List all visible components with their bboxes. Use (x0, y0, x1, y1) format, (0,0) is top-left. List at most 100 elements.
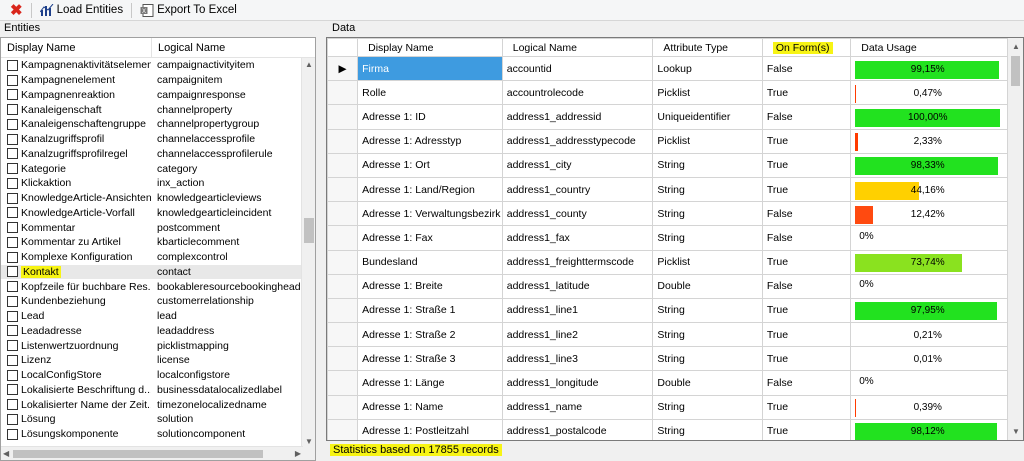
cell-on-forms[interactable]: True (761, 249, 852, 275)
grid-row[interactable]: Adresse 1: Straße 3 address1_line3 String T… (327, 346, 1008, 372)
grid-row[interactable]: Adresse 1: Straße 2 address1_line2 String T… (327, 322, 1008, 348)
cell-display-name[interactable]: Adresse 1: Länge (357, 370, 503, 396)
entity-checkbox[interactable] (7, 104, 18, 116)
cell-logical-name[interactable]: address1_country (501, 176, 654, 203)
scroll-thumb[interactable] (13, 450, 263, 458)
scroll-thumb[interactable] (1011, 56, 1020, 86)
col-data-usage[interactable]: Data Usage (850, 38, 1008, 57)
entity-checkbox[interactable] (7, 236, 18, 248)
entity-row[interactable]: Kundenbeziehung customerrelationship (1, 294, 315, 309)
cell-attribute-type[interactable]: String (652, 201, 763, 227)
row-indicator[interactable] (327, 322, 359, 348)
entity-row[interactable]: Kanaleigenschaftengruppe channelpropertyg… (1, 117, 315, 132)
cell-display-name[interactable]: Adresse 1: ID (357, 104, 503, 130)
entity-checkbox[interactable] (7, 428, 18, 440)
cell-logical-name[interactable]: address1_fax (501, 225, 654, 251)
cell-attribute-type[interactable]: Uniqueidentifier (652, 104, 763, 130)
entity-row[interactable]: Kanalzugriffsprofil channelaccessprofile (1, 132, 315, 147)
row-indicator[interactable] (327, 418, 359, 440)
cell-data-usage[interactable]: 0,01% (850, 346, 1008, 372)
grid-row[interactable]: Adresse 1: Adresstyp address1_addresstype… (327, 128, 1008, 154)
entity-checkbox[interactable] (7, 354, 18, 366)
cell-attribute-type[interactable]: String (652, 176, 763, 203)
col-logical-name[interactable]: Logical Name (151, 38, 225, 57)
col-display-name[interactable]: Display Name (1, 42, 151, 54)
col-logical-name[interactable]: Logical Name (501, 38, 654, 57)
row-indicator[interactable] (327, 297, 359, 324)
cell-attribute-type[interactable]: Double (652, 273, 763, 299)
entity-row[interactable]: Lizenz license (1, 353, 315, 368)
cell-data-usage[interactable]: 0,21% (850, 322, 1008, 348)
cell-logical-name[interactable]: address1_addresstypecode (501, 128, 654, 154)
entity-checkbox[interactable] (7, 148, 18, 160)
cell-on-forms[interactable]: True (761, 394, 852, 420)
scroll-up-icon[interactable]: ▲ (305, 60, 313, 69)
entity-row[interactable]: Kategorie category (1, 161, 315, 176)
row-indicator[interactable]: ▶ (327, 55, 359, 82)
row-indicator[interactable] (327, 152, 359, 178)
cell-attribute-type[interactable]: String (652, 152, 763, 178)
cell-data-usage[interactable]: 44,16% (850, 176, 1008, 203)
entity-checkbox[interactable] (7, 207, 18, 219)
entity-row[interactable]: Lösung solution (1, 412, 315, 427)
cell-on-forms[interactable]: False (761, 55, 852, 82)
entity-checkbox[interactable] (7, 133, 18, 145)
cell-attribute-type[interactable]: Lookup (652, 55, 763, 82)
cell-attribute-type[interactable]: String (652, 225, 763, 251)
row-indicator[interactable] (327, 128, 359, 154)
cell-display-name[interactable]: Adresse 1: Straße 2 (357, 322, 503, 348)
col-display-name[interactable]: Display Name (357, 38, 503, 57)
cell-attribute-type[interactable]: String (652, 394, 763, 420)
cell-data-usage[interactable]: 99,15% (850, 55, 1008, 82)
cell-display-name[interactable]: Adresse 1: Straße 1 (357, 297, 503, 324)
entity-row[interactable]: Kopfzeile für buchbare Res... bookableres… (1, 279, 315, 294)
row-indicator[interactable] (327, 80, 359, 106)
grid-row[interactable]: Adresse 1: Postleitzahl address1_postalco… (327, 418, 1008, 440)
grid-row[interactable]: Adresse 1: Länge address1_longitude Double… (327, 370, 1008, 396)
grid-row[interactable]: Adresse 1: Straße 1 address1_line1 String T… (327, 297, 1008, 324)
cell-attribute-type[interactable]: String (652, 346, 763, 372)
entity-checkbox[interactable] (7, 177, 18, 189)
cell-display-name[interactable]: Adresse 1: Verwaltungsbezirk (357, 201, 503, 227)
grid-row[interactable]: Adresse 1: Ort address1_city String True 98,… (327, 152, 1008, 178)
cell-display-name[interactable]: Adresse 1: Land/Region (357, 176, 503, 203)
cell-logical-name[interactable]: address1_freighttermscode (501, 249, 654, 275)
cell-on-forms[interactable]: True (761, 128, 852, 154)
cell-data-usage[interactable]: 0,39% (850, 394, 1008, 420)
row-indicator[interactable] (327, 104, 359, 130)
cell-on-forms[interactable]: False (761, 201, 852, 227)
cell-display-name[interactable]: Adresse 1: Adresstyp (357, 128, 503, 154)
cell-data-usage[interactable]: 0,47% (850, 80, 1008, 106)
entity-checkbox[interactable] (7, 222, 18, 234)
entity-row[interactable]: Kommentar postcomment (1, 220, 315, 235)
cell-display-name[interactable]: Adresse 1: Ort (357, 152, 503, 178)
cell-logical-name[interactable]: address1_latitude (501, 273, 654, 299)
entity-row[interactable]: Kampagnenelement campaignitem (1, 73, 315, 88)
cell-logical-name[interactable]: accountrolecode (501, 80, 654, 106)
scroll-up-icon[interactable]: ▲ (1012, 42, 1020, 51)
cell-on-forms[interactable]: False (761, 225, 852, 251)
cell-display-name[interactable]: Adresse 1: Straße 3 (357, 346, 503, 372)
grid-row[interactable]: Adresse 1: Breite address1_latitude Double… (327, 273, 1008, 299)
cell-logical-name[interactable]: address1_line3 (501, 346, 654, 372)
cell-logical-name[interactable]: address1_name (501, 394, 654, 420)
row-indicator[interactable] (327, 249, 359, 275)
cell-on-forms[interactable]: True (761, 176, 852, 203)
cell-data-usage[interactable]: 98,33% (850, 152, 1008, 178)
entities-hscrollbar[interactable]: ◀ ▶ (1, 446, 303, 460)
grid-row[interactable]: ▶ Firma accountid Lookup False 99,15% (327, 55, 1008, 82)
grid-row[interactable]: Adresse 1: Fax address1_fax String False 0% (327, 225, 1008, 251)
scroll-right-icon[interactable]: ▶ (295, 449, 301, 458)
col-on-forms[interactable]: On Form(s) (761, 38, 852, 57)
cell-data-usage[interactable]: 100,00% (850, 104, 1008, 130)
cell-on-forms[interactable]: False (761, 273, 852, 299)
cell-logical-name[interactable]: address1_addressid (501, 104, 654, 130)
row-indicator[interactable] (327, 273, 359, 299)
grid-row[interactable]: Bundesland address1_freighttermscode Pickl… (327, 249, 1008, 275)
entity-checkbox[interactable] (7, 163, 18, 175)
cell-on-forms[interactable]: True (761, 80, 852, 106)
grid-row[interactable]: Adresse 1: Name address1_name String True 0,… (327, 394, 1008, 420)
cell-display-name[interactable]: Adresse 1: Name (357, 394, 503, 420)
grid-vscrollbar[interactable]: ▲ ▼ (1008, 38, 1023, 440)
cell-on-forms[interactable]: True (761, 152, 852, 178)
